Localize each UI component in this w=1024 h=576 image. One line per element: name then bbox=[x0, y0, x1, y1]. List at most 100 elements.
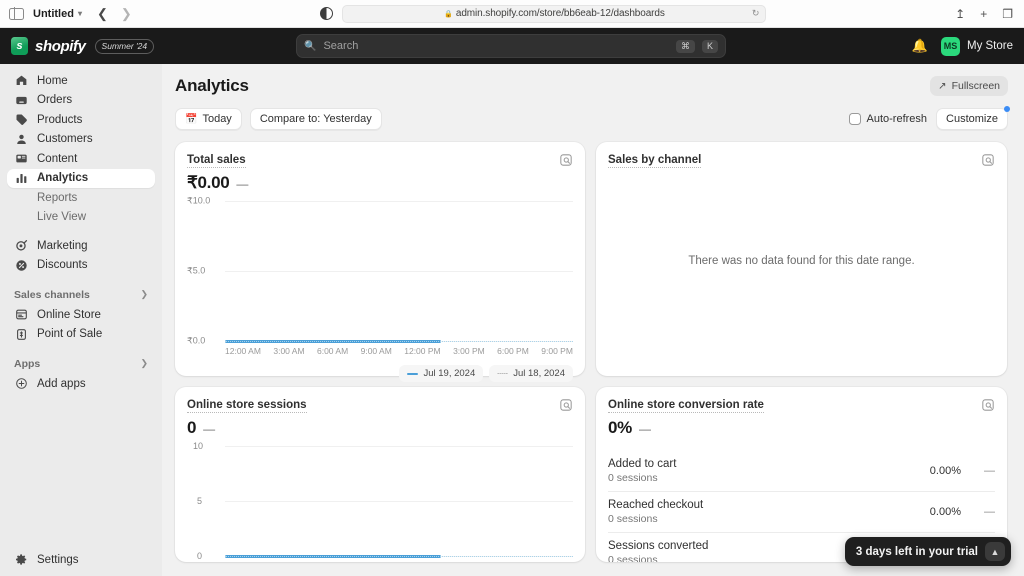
date-range-label: Today bbox=[202, 113, 232, 125]
sidebar-item-point-of-sale[interactable]: Point of Sale bbox=[7, 325, 155, 344]
legend-label: Jul 18, 2024 bbox=[513, 368, 565, 380]
store-name: My Store bbox=[966, 40, 1013, 52]
sidebar-item-orders[interactable]: Orders bbox=[7, 91, 155, 110]
view-report-icon[interactable] bbox=[981, 153, 995, 167]
search-input[interactable]: 🔍 Search ⌘ K bbox=[296, 34, 726, 58]
x-tick-label: 9:00 AM bbox=[360, 346, 392, 357]
contrast-icon[interactable] bbox=[320, 7, 334, 20]
lock-icon: 🔒 bbox=[444, 10, 453, 18]
conversion-value: 0% bbox=[608, 418, 632, 438]
sidebar-item-add-apps[interactable]: Add apps bbox=[7, 374, 155, 393]
sidebar-section-label: Sales channels bbox=[14, 288, 90, 301]
funnel-row[interactable]: Added to cart 0 sessions 0.00% — bbox=[608, 449, 995, 491]
dashboard-grid: Total sales ₹0.00 — ₹10.0 ₹5.0 ₹0.0 12:0… bbox=[175, 142, 1008, 562]
customize-badge-dot bbox=[1004, 106, 1010, 112]
auto-refresh-toggle[interactable]: Auto-refresh bbox=[848, 113, 928, 125]
trial-toast[interactable]: 3 days left in your trial ▲ bbox=[844, 537, 1011, 566]
plus-circle-icon bbox=[14, 377, 28, 391]
sidebar-item-home[interactable]: Home bbox=[7, 71, 155, 90]
analytics-bar-icon bbox=[14, 171, 28, 185]
empty-state: There was no data found for this date ra… bbox=[608, 168, 995, 354]
sidebar-item-products[interactable]: Products bbox=[7, 110, 155, 129]
card-title: Sales by channel bbox=[608, 153, 702, 169]
auto-refresh-label: Auto-refresh bbox=[866, 113, 928, 125]
content-icon bbox=[14, 152, 28, 166]
legend-item-compare[interactable]: Jul 18, 2024 bbox=[489, 365, 573, 383]
view-report-icon[interactable] bbox=[559, 153, 573, 167]
sidebar-item-label: Online Store bbox=[37, 308, 101, 321]
sidebar-item-label: Discounts bbox=[37, 259, 88, 271]
sidebar-item-marketing[interactable]: Marketing bbox=[7, 236, 155, 255]
sidebar-item-reports[interactable]: Reports bbox=[7, 188, 155, 207]
browser-toolbar: Untitled ▾ ❮ ❯ 🔒 admin.shopify.com/store… bbox=[0, 0, 1024, 28]
total-sales-chart[interactable]: ₹10.0 ₹5.0 ₹0.0 12:00 AM 3:00 AM 6:00 AM… bbox=[187, 196, 573, 356]
view-report-icon[interactable] bbox=[981, 398, 995, 412]
card-conversion-rate: Online store conversion rate 0% — Added … bbox=[596, 387, 1007, 562]
url-bar[interactable]: 🔒 admin.shopify.com/store/bb6eab-12/dash… bbox=[342, 4, 767, 23]
tabs-icon[interactable]: ❐ bbox=[1002, 8, 1013, 20]
chevron-down-icon: ▾ bbox=[77, 9, 82, 18]
card-title: Online store sessions bbox=[187, 398, 307, 414]
funnel-step-sessions: 0 sessions bbox=[608, 472, 658, 485]
page-title: Analytics bbox=[175, 76, 249, 95]
sidebar-item-label: Customers bbox=[37, 133, 93, 145]
gear-icon bbox=[14, 553, 28, 567]
view-report-icon[interactable] bbox=[559, 398, 573, 412]
sidebar-section-sales-channels[interactable]: Sales channels ❯ bbox=[0, 286, 162, 303]
sidebar-section-apps[interactable]: Apps ❯ bbox=[0, 355, 162, 372]
sidebar-toggle-icon[interactable] bbox=[9, 7, 24, 20]
card-title: Total sales bbox=[187, 153, 246, 169]
browser-tab-label: Untitled bbox=[33, 7, 74, 20]
sessions-chart[interactable]: 10 5 0 bbox=[187, 441, 573, 561]
app-topbar: s shopify Summer '24 🔍 Search ⌘ K 🔔 MS M… bbox=[0, 28, 1024, 64]
chart-legend: Jul 19, 2024 Jul 18, 2024 bbox=[187, 365, 573, 383]
sidebar-item-online-store[interactable]: Online Store bbox=[7, 305, 155, 324]
plus-icon[interactable]: + bbox=[980, 8, 987, 20]
customize-button[interactable]: Customize bbox=[936, 108, 1008, 130]
x-tick-label: 9:00 PM bbox=[541, 346, 573, 357]
sidebar-section-label: Apps bbox=[14, 357, 41, 370]
chevron-left-icon[interactable]: ❮ bbox=[97, 7, 108, 20]
browser-tab-title[interactable]: Untitled ▾ bbox=[33, 8, 82, 20]
sidebar-item-content[interactable]: Content bbox=[7, 149, 155, 168]
funnel-row[interactable]: Reached checkout 0 sessions 0.00% — bbox=[608, 491, 995, 532]
y-tick-label: 10 bbox=[193, 441, 204, 452]
brand-name: shopify bbox=[35, 37, 86, 55]
reload-icon[interactable]: ↻ bbox=[752, 8, 760, 19]
chevron-right-icon[interactable]: ❯ bbox=[121, 7, 132, 20]
legend-line-solid-icon bbox=[407, 372, 419, 376]
y-tick-label: ₹5.0 bbox=[187, 265, 206, 276]
fullscreen-arrows-icon: ↗ bbox=[938, 80, 947, 92]
sidebar-item-label: Content bbox=[37, 152, 78, 165]
search-placeholder: Search bbox=[323, 40, 359, 52]
share-icon[interactable]: ↥ bbox=[955, 8, 965, 20]
chevron-right-icon[interactable]: ❯ bbox=[140, 289, 148, 300]
sidebar-item-live-view[interactable]: Live View bbox=[7, 207, 155, 226]
sidebar-item-customers[interactable]: Customers bbox=[7, 130, 155, 149]
url-text: admin.shopify.com/store/bb6eab-12/dashbo… bbox=[455, 8, 665, 19]
sidebar-item-discounts[interactable]: Discounts bbox=[7, 256, 155, 275]
chevron-right-icon[interactable]: ❯ bbox=[140, 358, 148, 369]
compare-picker[interactable]: Compare to: Yesterday bbox=[249, 108, 382, 130]
sidebar-item-settings[interactable]: Settings bbox=[7, 550, 155, 569]
sidebar-item-analytics[interactable]: Analytics bbox=[7, 168, 155, 188]
shortcut-cmd-key: ⌘ bbox=[675, 39, 695, 53]
point-of-sale-icon bbox=[14, 327, 28, 341]
auto-refresh-checkbox[interactable] bbox=[848, 113, 861, 125]
fullscreen-button[interactable]: ↗ Fullscreen bbox=[930, 76, 1008, 96]
date-range-picker[interactable]: 📅 Today bbox=[175, 108, 242, 130]
sidebar-subitem-label: Reports bbox=[37, 191, 78, 204]
funnel-step-sessions: 0 sessions bbox=[608, 513, 658, 526]
sessions-value: 0 bbox=[187, 418, 197, 438]
bell-icon[interactable]: 🔔 bbox=[912, 38, 928, 54]
shopify-logo[interactable]: s shopify Summer '24 bbox=[11, 37, 155, 55]
account-menu[interactable]: MS My Store bbox=[940, 36, 1013, 56]
y-tick-label: ₹10.0 bbox=[187, 195, 211, 206]
legend-item-current[interactable]: Jul 19, 2024 bbox=[399, 365, 484, 383]
y-tick-label: 5 bbox=[197, 496, 203, 507]
chevron-up-icon[interactable]: ▲ bbox=[985, 542, 1005, 561]
funnel-step-pct: 0.00% bbox=[929, 465, 961, 478]
x-tick-label: 3:00 PM bbox=[453, 346, 485, 357]
card-online-store-sessions: Online store sessions 0 — 10 5 0 bbox=[175, 387, 585, 562]
card-sales-by-channel: Sales by channel There was no data found… bbox=[596, 142, 1007, 376]
